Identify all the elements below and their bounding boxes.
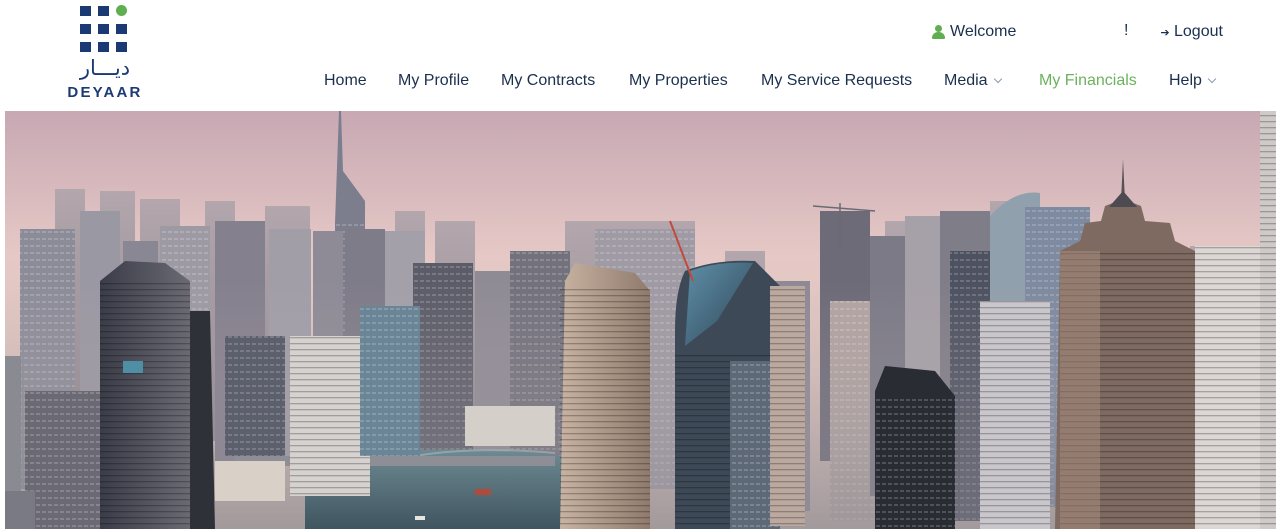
nav-item-label: Media	[944, 72, 988, 89]
chevron-down-icon	[1207, 74, 1217, 84]
alert-indicator[interactable]: !	[1124, 22, 1128, 42]
nav-item-label: My Properties	[629, 72, 728, 89]
sign-out-icon: ➔	[1160, 26, 1170, 39]
hero-banner-image	[5, 111, 1276, 529]
logout-link[interactable]: ➔ Logout	[1158, 22, 1223, 42]
nav-item-my-service-requests[interactable]: My Service Requests	[761, 72, 912, 90]
nav-item-label: Help	[1169, 72, 1202, 89]
chevron-down-icon	[993, 74, 1002, 84]
nav-item-my-profile[interactable]: My Profile	[398, 72, 469, 90]
nav-item-label: Home	[324, 72, 367, 89]
main-nav: Home My Profile My Contracts My Properti…	[0, 72, 1276, 96]
logout-label: Logout	[1174, 23, 1223, 40]
nav-item-home[interactable]: Home	[324, 72, 367, 90]
site-header: ديـــار DEYAAR Welcome ! ➔ Logout Home M…	[0, 0, 1276, 111]
nav-item-label: My Service Requests	[761, 72, 913, 89]
nav-item-my-contracts[interactable]: My Contracts	[501, 72, 595, 90]
nav-item-help[interactable]: Help	[1169, 72, 1217, 90]
logo-grid-mark	[80, 5, 128, 52]
nav-item-label: My Financials	[1039, 72, 1137, 89]
user-icon	[932, 25, 945, 39]
nav-item-media[interactable]: Media	[944, 72, 1002, 90]
welcome-link[interactable]: Welcome	[932, 22, 1016, 42]
city-skyline-illustration	[5, 111, 1276, 529]
nav-item-label: My Contracts	[501, 72, 596, 89]
nav-item-label: My Profile	[398, 72, 470, 89]
nav-item-my-financials[interactable]: My Financials	[1039, 72, 1137, 90]
nav-item-my-properties[interactable]: My Properties	[629, 72, 728, 90]
welcome-label: Welcome	[950, 23, 1017, 40]
